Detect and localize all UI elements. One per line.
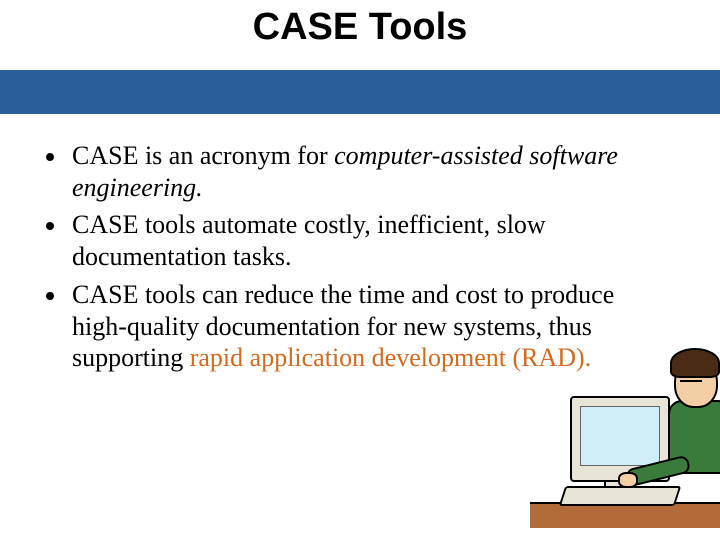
slide: CASE Tools CASE is an acronym for comput… [0, 0, 720, 540]
accent-bar [0, 70, 720, 114]
bullet-item: CASE tools automate costly, inefficient,… [68, 209, 628, 272]
person-hand-shape [618, 472, 638, 488]
slide-title: CASE Tools [0, 0, 720, 49]
bullet-text: CASE is an acronym for [72, 141, 334, 170]
clipart-person-at-computer [530, 333, 720, 528]
screen-shape [580, 406, 660, 466]
bullet-text: CASE tools automate costly, inefficient,… [72, 210, 546, 271]
keyboard-shape [559, 486, 681, 506]
bullet-item: CASE is an acronym for computer-assisted… [68, 140, 628, 203]
person-hair-shape [670, 348, 720, 378]
glasses-shape [680, 380, 702, 388]
